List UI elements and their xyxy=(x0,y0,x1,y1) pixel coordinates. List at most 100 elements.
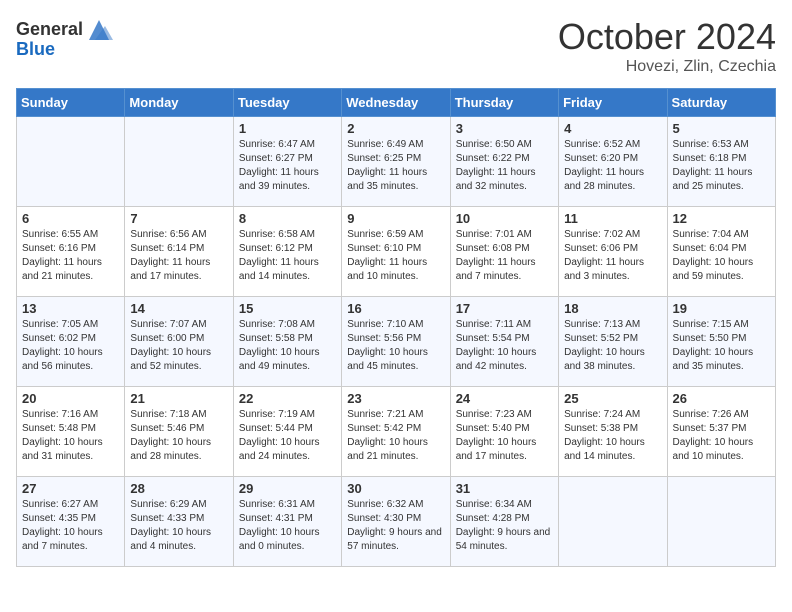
day-info: Sunrise: 7:11 AM Sunset: 5:54 PM Dayligh… xyxy=(456,318,553,374)
week-row-3: 13 Sunrise: 7:05 AM Sunset: 6:02 PM Dayli… xyxy=(17,297,776,387)
day-number: 13 xyxy=(22,301,119,316)
day-header-tuesday: Tuesday xyxy=(233,89,341,117)
day-info: Sunrise: 6:34 AM Sunset: 4:28 PM Dayligh… xyxy=(456,498,553,554)
day-info: Sunrise: 7:21 AM Sunset: 5:42 PM Dayligh… xyxy=(347,408,444,464)
logo-icon xyxy=(85,16,113,44)
day-info: Sunrise: 6:29 AM Sunset: 4:33 PM Dayligh… xyxy=(130,498,227,554)
week-row-1: 1 Sunrise: 6:47 AM Sunset: 6:27 PM Daylig… xyxy=(17,117,776,207)
day-number: 24 xyxy=(456,391,553,406)
day-number: 14 xyxy=(130,301,227,316)
day-info: Sunrise: 7:07 AM Sunset: 6:00 PM Dayligh… xyxy=(130,318,227,374)
day-number: 8 xyxy=(239,211,336,226)
day-number: 21 xyxy=(130,391,227,406)
day-cell: 30 Sunrise: 6:32 AM Sunset: 4:30 PM Dayli… xyxy=(342,477,450,567)
day-cell: 1 Sunrise: 6:47 AM Sunset: 6:27 PM Daylig… xyxy=(233,117,341,207)
day-info: Sunrise: 7:10 AM Sunset: 5:56 PM Dayligh… xyxy=(347,318,444,374)
day-number: 15 xyxy=(239,301,336,316)
day-cell: 14 Sunrise: 7:07 AM Sunset: 6:00 PM Dayli… xyxy=(125,297,233,387)
day-number: 19 xyxy=(673,301,770,316)
day-info: Sunrise: 6:47 AM Sunset: 6:27 PM Dayligh… xyxy=(239,138,336,194)
day-number: 20 xyxy=(22,391,119,406)
day-info: Sunrise: 7:23 AM Sunset: 5:40 PM Dayligh… xyxy=(456,408,553,464)
day-number: 22 xyxy=(239,391,336,406)
day-cell: 10Sunrise: 7:01 AM Sunset: 6:08 PM Dayli… xyxy=(450,207,558,297)
day-cell: 15 Sunrise: 7:08 AM Sunset: 5:58 PM Dayli… xyxy=(233,297,341,387)
day-cell: 2Sunrise: 6:49 AM Sunset: 6:25 PM Daylig… xyxy=(342,117,450,207)
day-cell: 27Sunrise: 6:27 AM Sunset: 4:35 PM Dayli… xyxy=(17,477,125,567)
day-number: 16 xyxy=(347,301,444,316)
day-cell: 24 Sunrise: 7:23 AM Sunset: 5:40 PM Dayli… xyxy=(450,387,558,477)
day-info: Sunrise: 7:15 AM Sunset: 5:50 PM Dayligh… xyxy=(673,318,770,374)
day-cell: 7 Sunrise: 6:56 AM Sunset: 6:14 PM Daylig… xyxy=(125,207,233,297)
day-cell: 8 Sunrise: 6:58 AM Sunset: 6:12 PM Daylig… xyxy=(233,207,341,297)
day-cell: 11 Sunrise: 7:02 AM Sunset: 6:06 PM Dayli… xyxy=(559,207,667,297)
day-cell xyxy=(125,117,233,207)
day-cell: 20Sunrise: 7:16 AM Sunset: 5:48 PM Dayli… xyxy=(17,387,125,477)
day-cell xyxy=(17,117,125,207)
day-number: 31 xyxy=(456,481,553,496)
logo-blue-text: Blue xyxy=(16,40,55,60)
day-cell: 31 Sunrise: 6:34 AM Sunset: 4:28 PM Dayli… xyxy=(450,477,558,567)
day-number: 10 xyxy=(456,211,553,226)
day-info: Sunrise: 6:31 AM Sunset: 4:31 PM Dayligh… xyxy=(239,498,336,554)
day-number: 7 xyxy=(130,211,227,226)
day-cell: 3 Sunrise: 6:50 AM Sunset: 6:22 PM Daylig… xyxy=(450,117,558,207)
location-title: Hovezi, Zlin, Czechia xyxy=(558,58,776,76)
day-number: 29 xyxy=(239,481,336,496)
header: General Blue October 2024 Hovezi, Zlin, … xyxy=(16,16,776,76)
day-info: Sunrise: 6:53 AM Sunset: 6:18 PM Dayligh… xyxy=(673,138,770,194)
day-number: 3 xyxy=(456,121,553,136)
day-cell: 9 Sunrise: 6:59 AM Sunset: 6:10 PM Daylig… xyxy=(342,207,450,297)
day-number: 30 xyxy=(347,481,444,496)
day-info: Sunrise: 7:19 AM Sunset: 5:44 PM Dayligh… xyxy=(239,408,336,464)
title-block: October 2024 Hovezi, Zlin, Czechia xyxy=(558,16,776,76)
day-info: Sunrise: 7:08 AM Sunset: 5:58 PM Dayligh… xyxy=(239,318,336,374)
header-row: SundayMondayTuesdayWednesdayThursdayFrid… xyxy=(17,89,776,117)
day-number: 5 xyxy=(673,121,770,136)
logo-general-text: General xyxy=(16,20,83,40)
day-cell: 6Sunrise: 6:55 AM Sunset: 6:16 PM Daylig… xyxy=(17,207,125,297)
day-cell: 12Sunrise: 7:04 AM Sunset: 6:04 PM Dayli… xyxy=(667,207,775,297)
day-info: Sunrise: 6:27 AM Sunset: 4:35 PM Dayligh… xyxy=(22,498,119,554)
day-header-sunday: Sunday xyxy=(17,89,125,117)
calendar-table: SundayMondayTuesdayWednesdayThursdayFrid… xyxy=(16,88,776,567)
week-row-5: 27Sunrise: 6:27 AM Sunset: 4:35 PM Dayli… xyxy=(17,477,776,567)
day-info: Sunrise: 6:58 AM Sunset: 6:12 PM Dayligh… xyxy=(239,228,336,284)
day-number: 11 xyxy=(564,211,661,226)
day-number: 17 xyxy=(456,301,553,316)
day-number: 23 xyxy=(347,391,444,406)
day-cell: 22 Sunrise: 7:19 AM Sunset: 5:44 PM Dayli… xyxy=(233,387,341,477)
day-info: Sunrise: 6:56 AM Sunset: 6:14 PM Dayligh… xyxy=(130,228,227,284)
day-cell: 18Sunrise: 7:13 AM Sunset: 5:52 PM Dayli… xyxy=(559,297,667,387)
day-cell: 19 Sunrise: 7:15 AM Sunset: 5:50 PM Dayli… xyxy=(667,297,775,387)
day-cell: 21Sunrise: 7:18 AM Sunset: 5:46 PM Dayli… xyxy=(125,387,233,477)
day-header-monday: Monday xyxy=(125,89,233,117)
logo: General Blue xyxy=(16,16,113,60)
day-info: Sunrise: 7:26 AM Sunset: 5:37 PM Dayligh… xyxy=(673,408,770,464)
day-info: Sunrise: 6:32 AM Sunset: 4:30 PM Dayligh… xyxy=(347,498,444,554)
day-info: Sunrise: 6:49 AM Sunset: 6:25 PM Dayligh… xyxy=(347,138,444,194)
day-header-friday: Friday xyxy=(559,89,667,117)
day-info: Sunrise: 7:05 AM Sunset: 6:02 PM Dayligh… xyxy=(22,318,119,374)
day-info: Sunrise: 6:59 AM Sunset: 6:10 PM Dayligh… xyxy=(347,228,444,284)
day-cell: 29 Sunrise: 6:31 AM Sunset: 4:31 PM Dayli… xyxy=(233,477,341,567)
day-info: Sunrise: 7:24 AM Sunset: 5:38 PM Dayligh… xyxy=(564,408,661,464)
day-info: Sunrise: 6:50 AM Sunset: 6:22 PM Dayligh… xyxy=(456,138,553,194)
main-container: General Blue October 2024 Hovezi, Zlin, … xyxy=(0,0,792,575)
day-header-wednesday: Wednesday xyxy=(342,89,450,117)
day-number: 9 xyxy=(347,211,444,226)
day-number: 6 xyxy=(22,211,119,226)
day-info: Sunrise: 7:02 AM Sunset: 6:06 PM Dayligh… xyxy=(564,228,661,284)
day-cell: 13 Sunrise: 7:05 AM Sunset: 6:02 PM Dayli… xyxy=(17,297,125,387)
day-cell: 5 Sunrise: 6:53 AM Sunset: 6:18 PM Daylig… xyxy=(667,117,775,207)
day-cell: 16 Sunrise: 7:10 AM Sunset: 5:56 PM Dayli… xyxy=(342,297,450,387)
day-number: 1 xyxy=(239,121,336,136)
week-row-2: 6Sunrise: 6:55 AM Sunset: 6:16 PM Daylig… xyxy=(17,207,776,297)
day-number: 4 xyxy=(564,121,661,136)
day-cell: 25Sunrise: 7:24 AM Sunset: 5:38 PM Dayli… xyxy=(559,387,667,477)
day-info: Sunrise: 7:13 AM Sunset: 5:52 PM Dayligh… xyxy=(564,318,661,374)
month-title: October 2024 xyxy=(558,16,776,58)
day-number: 12 xyxy=(673,211,770,226)
day-cell: 28Sunrise: 6:29 AM Sunset: 4:33 PM Dayli… xyxy=(125,477,233,567)
day-cell: 23 Sunrise: 7:21 AM Sunset: 5:42 PM Dayli… xyxy=(342,387,450,477)
